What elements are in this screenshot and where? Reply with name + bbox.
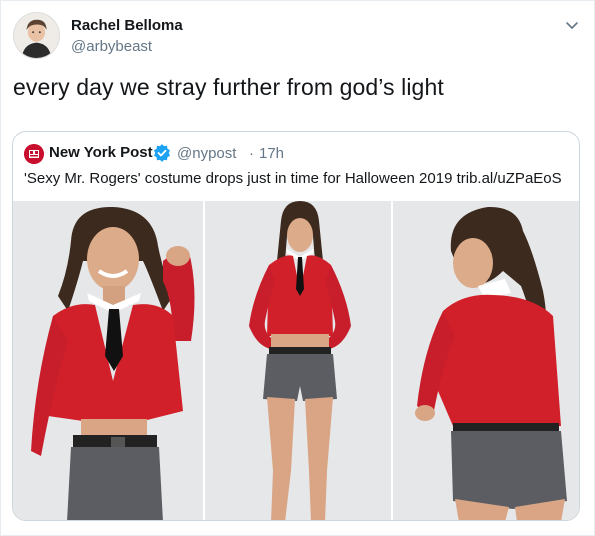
verified-badge-icon [153, 144, 171, 162]
avatar[interactable] [13, 12, 60, 59]
user-handle[interactable]: @arbybeast [71, 38, 152, 55]
tweet-text: every day we stray further from god’s li… [13, 74, 444, 100]
tweet-card: Rachel Belloma @arbybeast every day we s… [0, 0, 595, 536]
timestamp[interactable]: 17h [259, 145, 284, 162]
display-name[interactable]: Rachel Belloma [71, 17, 183, 34]
quoted-handle[interactable]: @nypost [177, 145, 236, 162]
photo-model-closeup[interactable] [13, 201, 203, 520]
chevron-down-icon[interactable] [562, 15, 582, 35]
photo-model-full-body[interactable] [205, 201, 391, 520]
quoted-text: 'Sexy Mr. Rogers' costume drops just in … [24, 170, 562, 187]
nypost-logo-icon [24, 144, 44, 164]
quoted-display-name[interactable]: New York Post [49, 144, 153, 161]
media-grid [13, 201, 579, 520]
dot-separator: · [249, 145, 254, 162]
photo-model-back-view[interactable] [393, 201, 579, 520]
quoted-tweet[interactable]: New York Post @nypost · 17h 'Sexy Mr. Ro… [12, 131, 580, 521]
